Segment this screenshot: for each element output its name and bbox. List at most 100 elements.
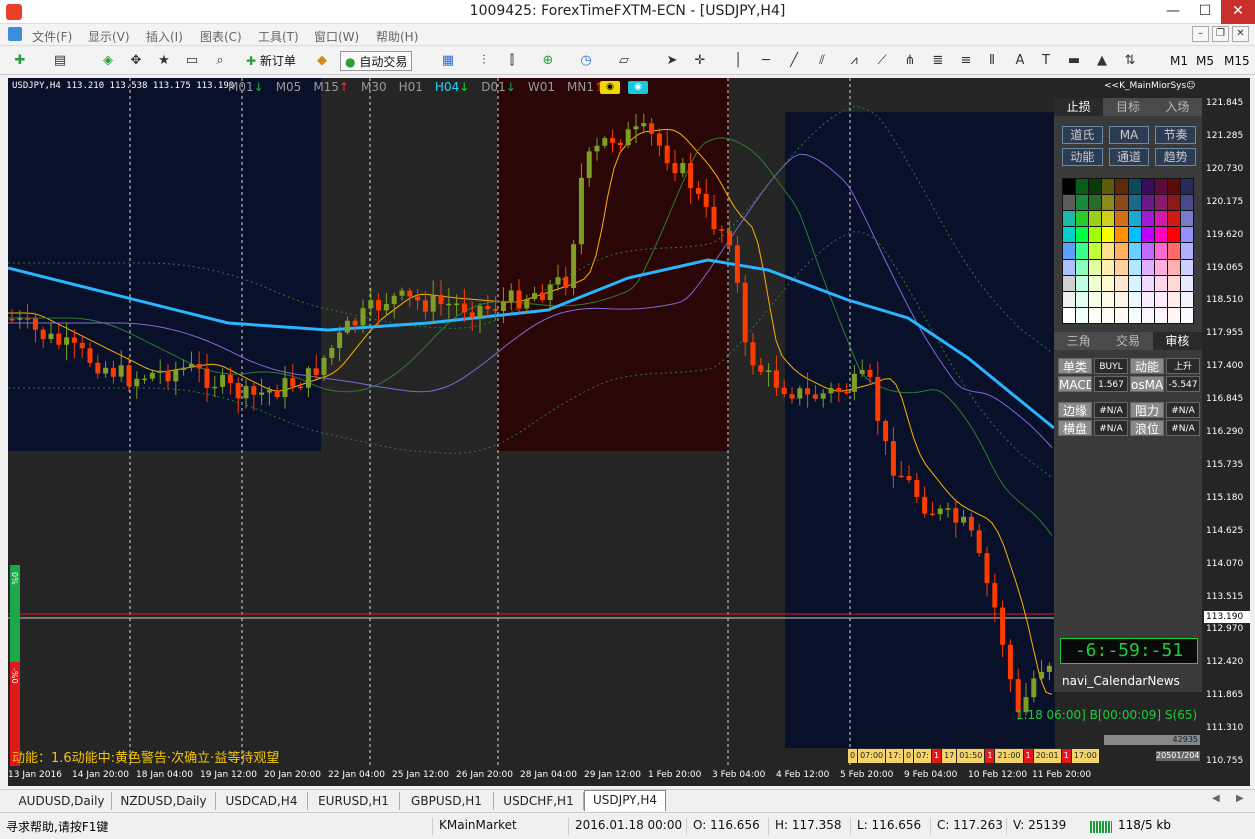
palette-swatch[interactable]: [1128, 307, 1141, 323]
palette-swatch[interactable]: [1180, 211, 1193, 227]
text-icon[interactable]: A: [1012, 53, 1028, 69]
palette-swatch[interactable]: [1115, 275, 1128, 291]
palette-swatch[interactable]: [1128, 275, 1141, 291]
palette-swatch[interactable]: [1141, 227, 1154, 243]
palette-swatch[interactable]: [1141, 179, 1154, 195]
tf-mn1[interactable]: MN1↑: [567, 80, 604, 94]
color-palette[interactable]: [1062, 178, 1194, 324]
palette-swatch[interactable]: [1141, 195, 1154, 211]
menu-view[interactable]: 显示(V): [88, 28, 130, 45]
palette-swatch[interactable]: [1167, 243, 1180, 259]
palette-swatch[interactable]: [1167, 307, 1180, 323]
palette-swatch[interactable]: [1128, 195, 1141, 211]
palette-swatch[interactable]: [1154, 195, 1167, 211]
palette-swatch[interactable]: [1180, 259, 1193, 275]
palette-swatch[interactable]: [1076, 307, 1089, 323]
tabs-scroll-left-icon[interactable]: ◀: [1212, 793, 1220, 804]
palette-swatch[interactable]: [1102, 211, 1115, 227]
palette-swatch[interactable]: [1154, 275, 1167, 291]
indicator-button[interactable]: 趋势: [1155, 148, 1196, 166]
palette-swatch[interactable]: [1141, 211, 1154, 227]
camera-alt-icon[interactable]: ◉: [628, 81, 648, 94]
mdi-restore-button[interactable]: ❐: [1212, 26, 1229, 42]
palette-swatch[interactable]: [1102, 307, 1115, 323]
fibo-levels-icon[interactable]: ≡: [958, 53, 974, 69]
rectangle-icon[interactable]: ▬: [1066, 53, 1082, 69]
palette-swatch[interactable]: [1089, 243, 1102, 259]
profiles-icon[interactable]: ▤: [52, 53, 68, 69]
tf-m15-button[interactable]: M15: [1224, 51, 1250, 71]
line-chart-icon[interactable]: ⫿: [504, 53, 520, 69]
tab-entry[interactable]: 入场: [1153, 98, 1202, 116]
fibo-channel-icon[interactable]: ≣: [930, 53, 946, 69]
tab-review[interactable]: 审核: [1152, 332, 1202, 350]
close-button[interactable]: ✕: [1221, 0, 1255, 24]
palette-swatch[interactable]: [1102, 243, 1115, 259]
palette-swatch[interactable]: [1102, 275, 1115, 291]
palette-swatch[interactable]: [1128, 227, 1141, 243]
tf-w01[interactable]: W01: [528, 80, 555, 94]
label-icon[interactable]: T: [1038, 53, 1054, 69]
palette-swatch[interactable]: [1076, 275, 1089, 291]
palette-swatch[interactable]: [1154, 259, 1167, 275]
palette-swatch[interactable]: [1167, 227, 1180, 243]
palette-swatch[interactable]: [1089, 291, 1102, 307]
mdi-minimize-button[interactable]: –: [1192, 26, 1209, 42]
palette-swatch[interactable]: [1180, 195, 1193, 211]
pitchfork-icon[interactable]: ⋔: [902, 53, 918, 69]
palette-swatch[interactable]: [1180, 291, 1193, 307]
minimize-button[interactable]: —: [1157, 0, 1189, 24]
tab-triangle[interactable]: 三角: [1054, 332, 1103, 350]
palette-swatch[interactable]: [1167, 291, 1180, 307]
palette-swatch[interactable]: [1102, 179, 1115, 195]
tab-trade[interactable]: 交易: [1103, 332, 1152, 350]
palette-swatch[interactable]: [1089, 307, 1102, 323]
terminal-icon[interactable]: ▭: [184, 53, 200, 69]
crosshair-icon[interactable]: ✛: [692, 53, 708, 69]
palette-swatch[interactable]: [1089, 179, 1102, 195]
palette-swatch[interactable]: [1167, 259, 1180, 275]
palette-swatch[interactable]: [1076, 291, 1089, 307]
bar-chart-icon[interactable]: ▦: [440, 53, 456, 69]
channel-icon[interactable]: ⫽: [814, 53, 830, 69]
market-watch-icon[interactable]: ◈: [100, 53, 116, 69]
templates-icon[interactable]: ▱: [616, 53, 632, 69]
palette-swatch[interactable]: [1128, 243, 1141, 259]
gann-icon[interactable]: ⟋: [874, 53, 890, 69]
tab-eurusd[interactable]: EURUSD,H1: [308, 792, 400, 810]
palette-swatch[interactable]: [1076, 259, 1089, 275]
palette-swatch[interactable]: [1141, 243, 1154, 259]
tab-nzdusd[interactable]: NZDUSD,Daily: [112, 792, 216, 810]
menu-window[interactable]: 窗口(W): [314, 28, 359, 45]
navigator-icon[interactable]: ★: [156, 53, 172, 69]
palette-swatch[interactable]: [1128, 259, 1141, 275]
tab-usdchf[interactable]: USDCHF,H1: [494, 792, 584, 810]
palette-swatch[interactable]: [1089, 259, 1102, 275]
palette-swatch[interactable]: [1063, 307, 1076, 323]
palette-swatch[interactable]: [1154, 227, 1167, 243]
palette-swatch[interactable]: [1154, 243, 1167, 259]
tf-h04[interactable]: H04↓: [435, 80, 469, 94]
price-chart[interactable]: USDJPY,H4 113.210 113.538 113.175 113.19…: [8, 78, 1250, 786]
palette-swatch[interactable]: [1180, 179, 1193, 195]
tf-m05[interactable]: M05: [276, 80, 302, 94]
palette-swatch[interactable]: [1063, 259, 1076, 275]
indicator-button[interactable]: 动能: [1062, 148, 1103, 166]
hline-icon[interactable]: ─: [758, 53, 774, 69]
palette-swatch[interactable]: [1063, 211, 1076, 227]
palette-swatch[interactable]: [1076, 211, 1089, 227]
tf-m5-button[interactable]: M5: [1196, 51, 1214, 71]
palette-swatch[interactable]: [1089, 275, 1102, 291]
auto-trading-button[interactable]: ● 自动交易: [340, 51, 413, 71]
arrows-icon[interactable]: ⇅: [1122, 53, 1138, 69]
palette-swatch[interactable]: [1089, 195, 1102, 211]
tab-target[interactable]: 目标: [1103, 98, 1152, 116]
periods-icon[interactable]: ◷: [578, 53, 594, 69]
palette-swatch[interactable]: [1063, 275, 1076, 291]
candles-icon[interactable]: ⫶: [476, 53, 492, 69]
palette-swatch[interactable]: [1167, 275, 1180, 291]
tf-m30[interactable]: M30: [361, 80, 387, 94]
indicator-button[interactable]: 道氏: [1062, 126, 1103, 144]
palette-swatch[interactable]: [1115, 291, 1128, 307]
new-chart-icon[interactable]: ✚: [12, 53, 28, 69]
